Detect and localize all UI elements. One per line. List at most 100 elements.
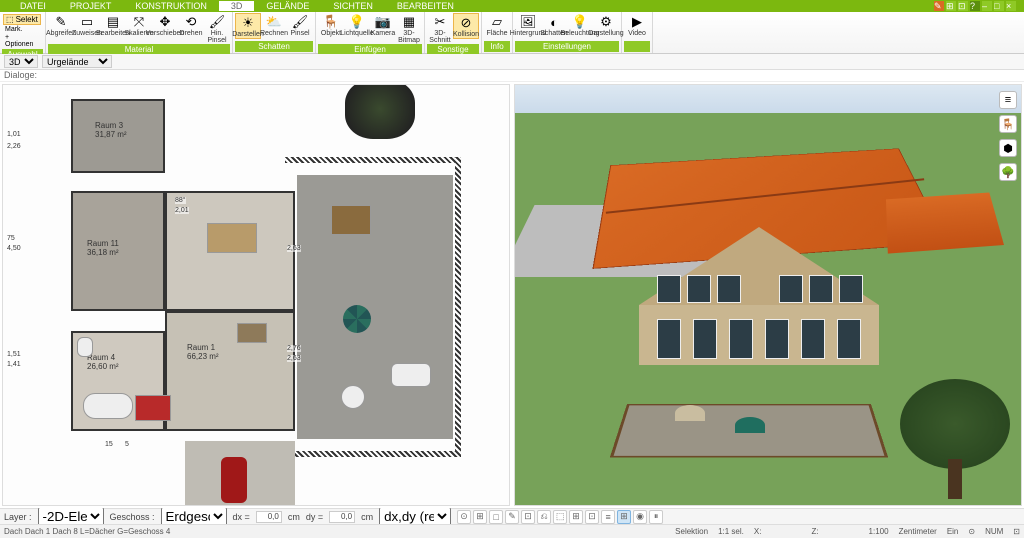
min-icon[interactable]: –: [982, 1, 992, 11]
status-tool-8[interactable]: ⊡: [585, 510, 599, 524]
status-tool-4[interactable]: ⊡: [521, 510, 535, 524]
tool-icon: 💡: [349, 14, 365, 30]
menu-tab-gelaende[interactable]: GELÄNDE: [254, 1, 321, 11]
close-icon[interactable]: ×: [1006, 1, 1016, 11]
tool-icon: ⚙: [598, 14, 614, 30]
tool-pinsel[interactable]: 🖌Pinsel: [287, 13, 313, 37]
menu-tab-bearbeiten[interactable]: BEARBEITEN: [385, 1, 466, 11]
dining-table: [207, 223, 257, 253]
tool-dschnitt[interactable]: ✂3D-Schnitt: [427, 13, 453, 44]
toolbar-icon[interactable]: ⊞: [946, 1, 956, 11]
tool-bearbeiten[interactable]: ▤Bearbeiten: [100, 13, 126, 37]
status-tool-1[interactable]: ⊞: [473, 510, 487, 524]
room-11[interactable]: Raum 1136,18 m²: [71, 191, 165, 311]
z-label: Z:: [811, 527, 818, 536]
room-center[interactable]: 88° 2,01 45,47: [165, 191, 295, 311]
ribbon-group-sonstige: ✂3D-Schnitt⊘Kollision Sonstige: [425, 12, 482, 53]
patio-2d: [297, 175, 453, 439]
view-layers-icon[interactable]: ≡: [999, 91, 1017, 109]
status-bar-info: Dach Dach 1 Dach 8 L=Dächer G=Geschoss 4…: [0, 524, 1024, 538]
menu-tab-datei[interactable]: DATEI: [8, 1, 58, 11]
tool-icon: ⊘: [458, 15, 474, 31]
view-mode-select[interactable]: 3D: [4, 55, 38, 68]
status-tool-11[interactable]: ◉: [633, 510, 647, 524]
floorplan-view[interactable]: Raum 331,87 m² Raum 1136,18 m² 88° 2,01 …: [2, 84, 510, 506]
options-button[interactable]: Optionen: [5, 41, 33, 48]
status-tool-7[interactable]: ⊞: [569, 510, 583, 524]
umbrella-3d-2: [675, 405, 705, 421]
tool-icon: ▤: [105, 14, 121, 30]
menu-tab-3d[interactable]: 3D: [219, 1, 255, 11]
ribbon-group-auswahl: ⬚Selekt Mark. + Optionen Auswahl: [0, 12, 46, 53]
tool-icon: ⤧: [131, 14, 147, 30]
tool-kamera[interactable]: 📷Kamera: [370, 13, 396, 37]
3d-view[interactable]: ≡ 🪑 ⬢ 🌳: [514, 84, 1022, 506]
tool-icon: ✂: [432, 14, 448, 30]
tool-icon: 🖌: [292, 14, 308, 30]
tool-verschieben[interactable]: ✥Verschieben: [152, 13, 178, 37]
tool-hinpinsel[interactable]: 🖌Hin.Pinsel: [204, 13, 230, 44]
tool-flche[interactable]: ▱Fläche: [484, 13, 510, 37]
menu-tab-sichten[interactable]: SICHTEN: [321, 1, 385, 11]
tool-icon: ▱: [489, 14, 505, 30]
tool-darstellung[interactable]: ⚙Darstellung: [593, 13, 619, 37]
view-furniture-icon[interactable]: 🪑: [999, 115, 1017, 133]
selection-path: Dach Dach 1 Dach 8 L=Dächer G=Geschoss 4: [4, 527, 170, 536]
selection-count: 1:1 sel.: [718, 527, 744, 536]
tool-drehen[interactable]: ⟲Drehen: [178, 13, 204, 37]
umbrella-3d: [735, 417, 765, 433]
status-tool-9[interactable]: ≡: [601, 510, 615, 524]
room-1[interactable]: Raum 166,23 m²: [165, 311, 295, 431]
tool-icon: 💡: [572, 14, 588, 30]
mark-dropdown[interactable]: Mark.: [5, 26, 23, 33]
view-solid-icon[interactable]: ⬢: [999, 139, 1017, 157]
tool-kollision[interactable]: ⊘Kollision: [453, 13, 479, 39]
view-plants-icon[interactable]: 🌳: [999, 163, 1017, 181]
tool-icon: ✎: [53, 14, 69, 30]
status-tool-5[interactable]: ⎌: [537, 510, 551, 524]
tree-2d: [345, 84, 415, 139]
dx-input[interactable]: 0,0: [256, 511, 282, 523]
status-tool-6[interactable]: ⬚: [553, 510, 567, 524]
menu-tab-konstruktion[interactable]: KONSTRUKTION: [123, 1, 219, 11]
menu-tab-projekt[interactable]: PROJEKT: [58, 1, 124, 11]
roof-extension: [886, 192, 1004, 253]
tool-rechnen[interactable]: ⛅Rechnen: [261, 13, 287, 37]
status-tool-3[interactable]: ✎: [505, 510, 519, 524]
tool-icon: ☀: [240, 15, 256, 31]
view-selector-bar: 3D Urgelände: [0, 54, 1024, 70]
terrain-select[interactable]: Urgelände: [42, 55, 112, 68]
toolbar-icon[interactable]: ⊡: [958, 1, 968, 11]
dy-input[interactable]: 0,0: [329, 511, 355, 523]
car-2d: [221, 457, 247, 503]
tool-icon: 📷: [375, 14, 391, 30]
hedge: [285, 157, 461, 163]
tool-hintergrund[interactable]: 🖼Hintergrund: [515, 13, 541, 37]
status-tool-12[interactable]: ⏸: [649, 510, 663, 524]
menu-bar: DATEI PROJEKT KONSTRUKTION 3D GELÄNDE SI…: [0, 0, 1024, 12]
max-icon[interactable]: □: [994, 1, 1004, 11]
room-3[interactable]: Raum 331,87 m²: [71, 99, 165, 173]
tool-icon: ◐: [546, 14, 562, 30]
workarea: Raum 331,87 m² Raum 1136,18 m² 88° 2,01 …: [0, 82, 1024, 508]
gable-wall: [639, 257, 879, 377]
tool-darstellen[interactable]: ☀Darstellen: [235, 13, 261, 39]
status-tool-0[interactable]: ⊙: [457, 510, 471, 524]
status-tool-10[interactable]: ⊞: [617, 510, 631, 524]
layer-label: Layer :: [4, 512, 32, 522]
tool-lichtquelle[interactable]: 💡Lichtquelle: [344, 13, 370, 37]
toolbar-icon[interactable]: ✎: [934, 1, 944, 11]
outdoor-table: [341, 385, 365, 409]
select-button[interactable]: ⬚Selekt: [3, 14, 41, 25]
ribbon: ⬚Selekt Mark. + Optionen Auswahl ✎Abgrei…: [0, 12, 1024, 54]
sofa: [237, 323, 267, 343]
status-tool-2[interactable]: □: [489, 510, 503, 524]
tool-abgreifen[interactable]: ✎Abgreifen: [48, 13, 74, 37]
tool-icon: ▶: [629, 14, 645, 30]
tool-dbitmap[interactable]: ▦3D-Bitmap: [396, 13, 422, 44]
tool-video[interactable]: ▶Video: [624, 13, 650, 37]
dx-label: dx =: [233, 512, 250, 522]
help-icon[interactable]: ?: [970, 1, 980, 11]
ribbon-group-schatten: ☀Darstellen⛅Rechnen🖌Pinsel Schatten: [233, 12, 316, 53]
status-bar-controls: Layer : -2D-Elemen Geschoss : Erdgeschos…: [0, 508, 1024, 524]
